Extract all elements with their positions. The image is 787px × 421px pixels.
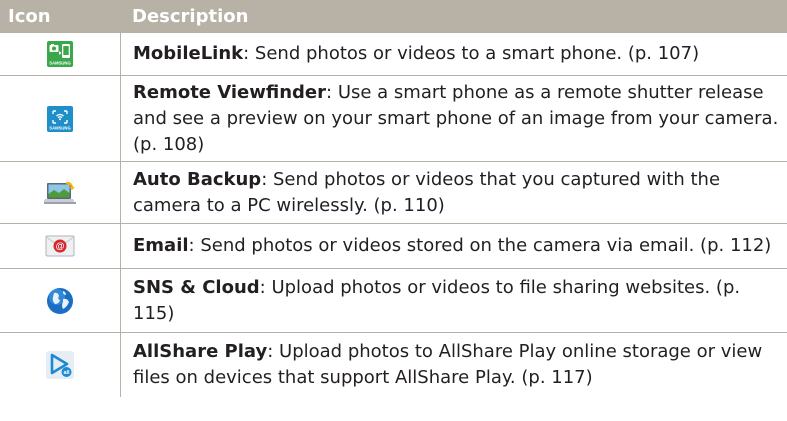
table-row: Auto Backup: Send photos or videos that … xyxy=(0,162,787,224)
email-icon: @ xyxy=(45,235,75,257)
svg-text:@: @ xyxy=(56,241,65,251)
feature-title: Remote Viewfinder xyxy=(133,81,327,103)
auto-backup-icon xyxy=(44,181,76,204)
feature-title: SNS & Cloud xyxy=(133,276,260,298)
table-header: Icon Description xyxy=(0,0,787,33)
table-row: SAMSUNG Remote Viewfinder: Use a smart p… xyxy=(0,76,787,162)
mobilelink-icon: SAMSUNG xyxy=(47,41,73,67)
allshare-play-icon: all xyxy=(46,351,74,379)
sns-cloud-icon xyxy=(47,287,73,314)
feature-title: Email xyxy=(133,235,189,256)
feature-description: : Send photos or videos stored on the ca… xyxy=(188,235,772,256)
svg-text:all: all xyxy=(63,370,70,376)
wireless-features-table: Icon Description SAMSUNG MobileLink: Sen… xyxy=(0,0,787,397)
header-icon-label: Icon xyxy=(8,6,51,27)
table-row: SAMSUNG MobileLink: Send photos or video… xyxy=(0,33,787,76)
feature-title: MobileLink xyxy=(133,43,244,64)
table-row: SNS & Cloud: Upload photos or videos to … xyxy=(0,269,787,333)
header-description-label: Description xyxy=(132,6,249,27)
feature-title: AllShare Play xyxy=(133,341,268,362)
svg-text:SAMSUNG: SAMSUNG xyxy=(49,61,70,66)
svg-text:SAMSUNG: SAMSUNG xyxy=(49,125,70,130)
feature-description: : Send photos or videos to a smart phone… xyxy=(243,43,700,64)
feature-title: Auto Backup xyxy=(133,168,262,190)
table-row: @ Email: Send photos or videos stored on… xyxy=(0,224,787,269)
remote-viewfinder-icon: SAMSUNG xyxy=(47,105,73,132)
table-row: all AllShare Play: Upload photos to AllS… xyxy=(0,333,787,397)
